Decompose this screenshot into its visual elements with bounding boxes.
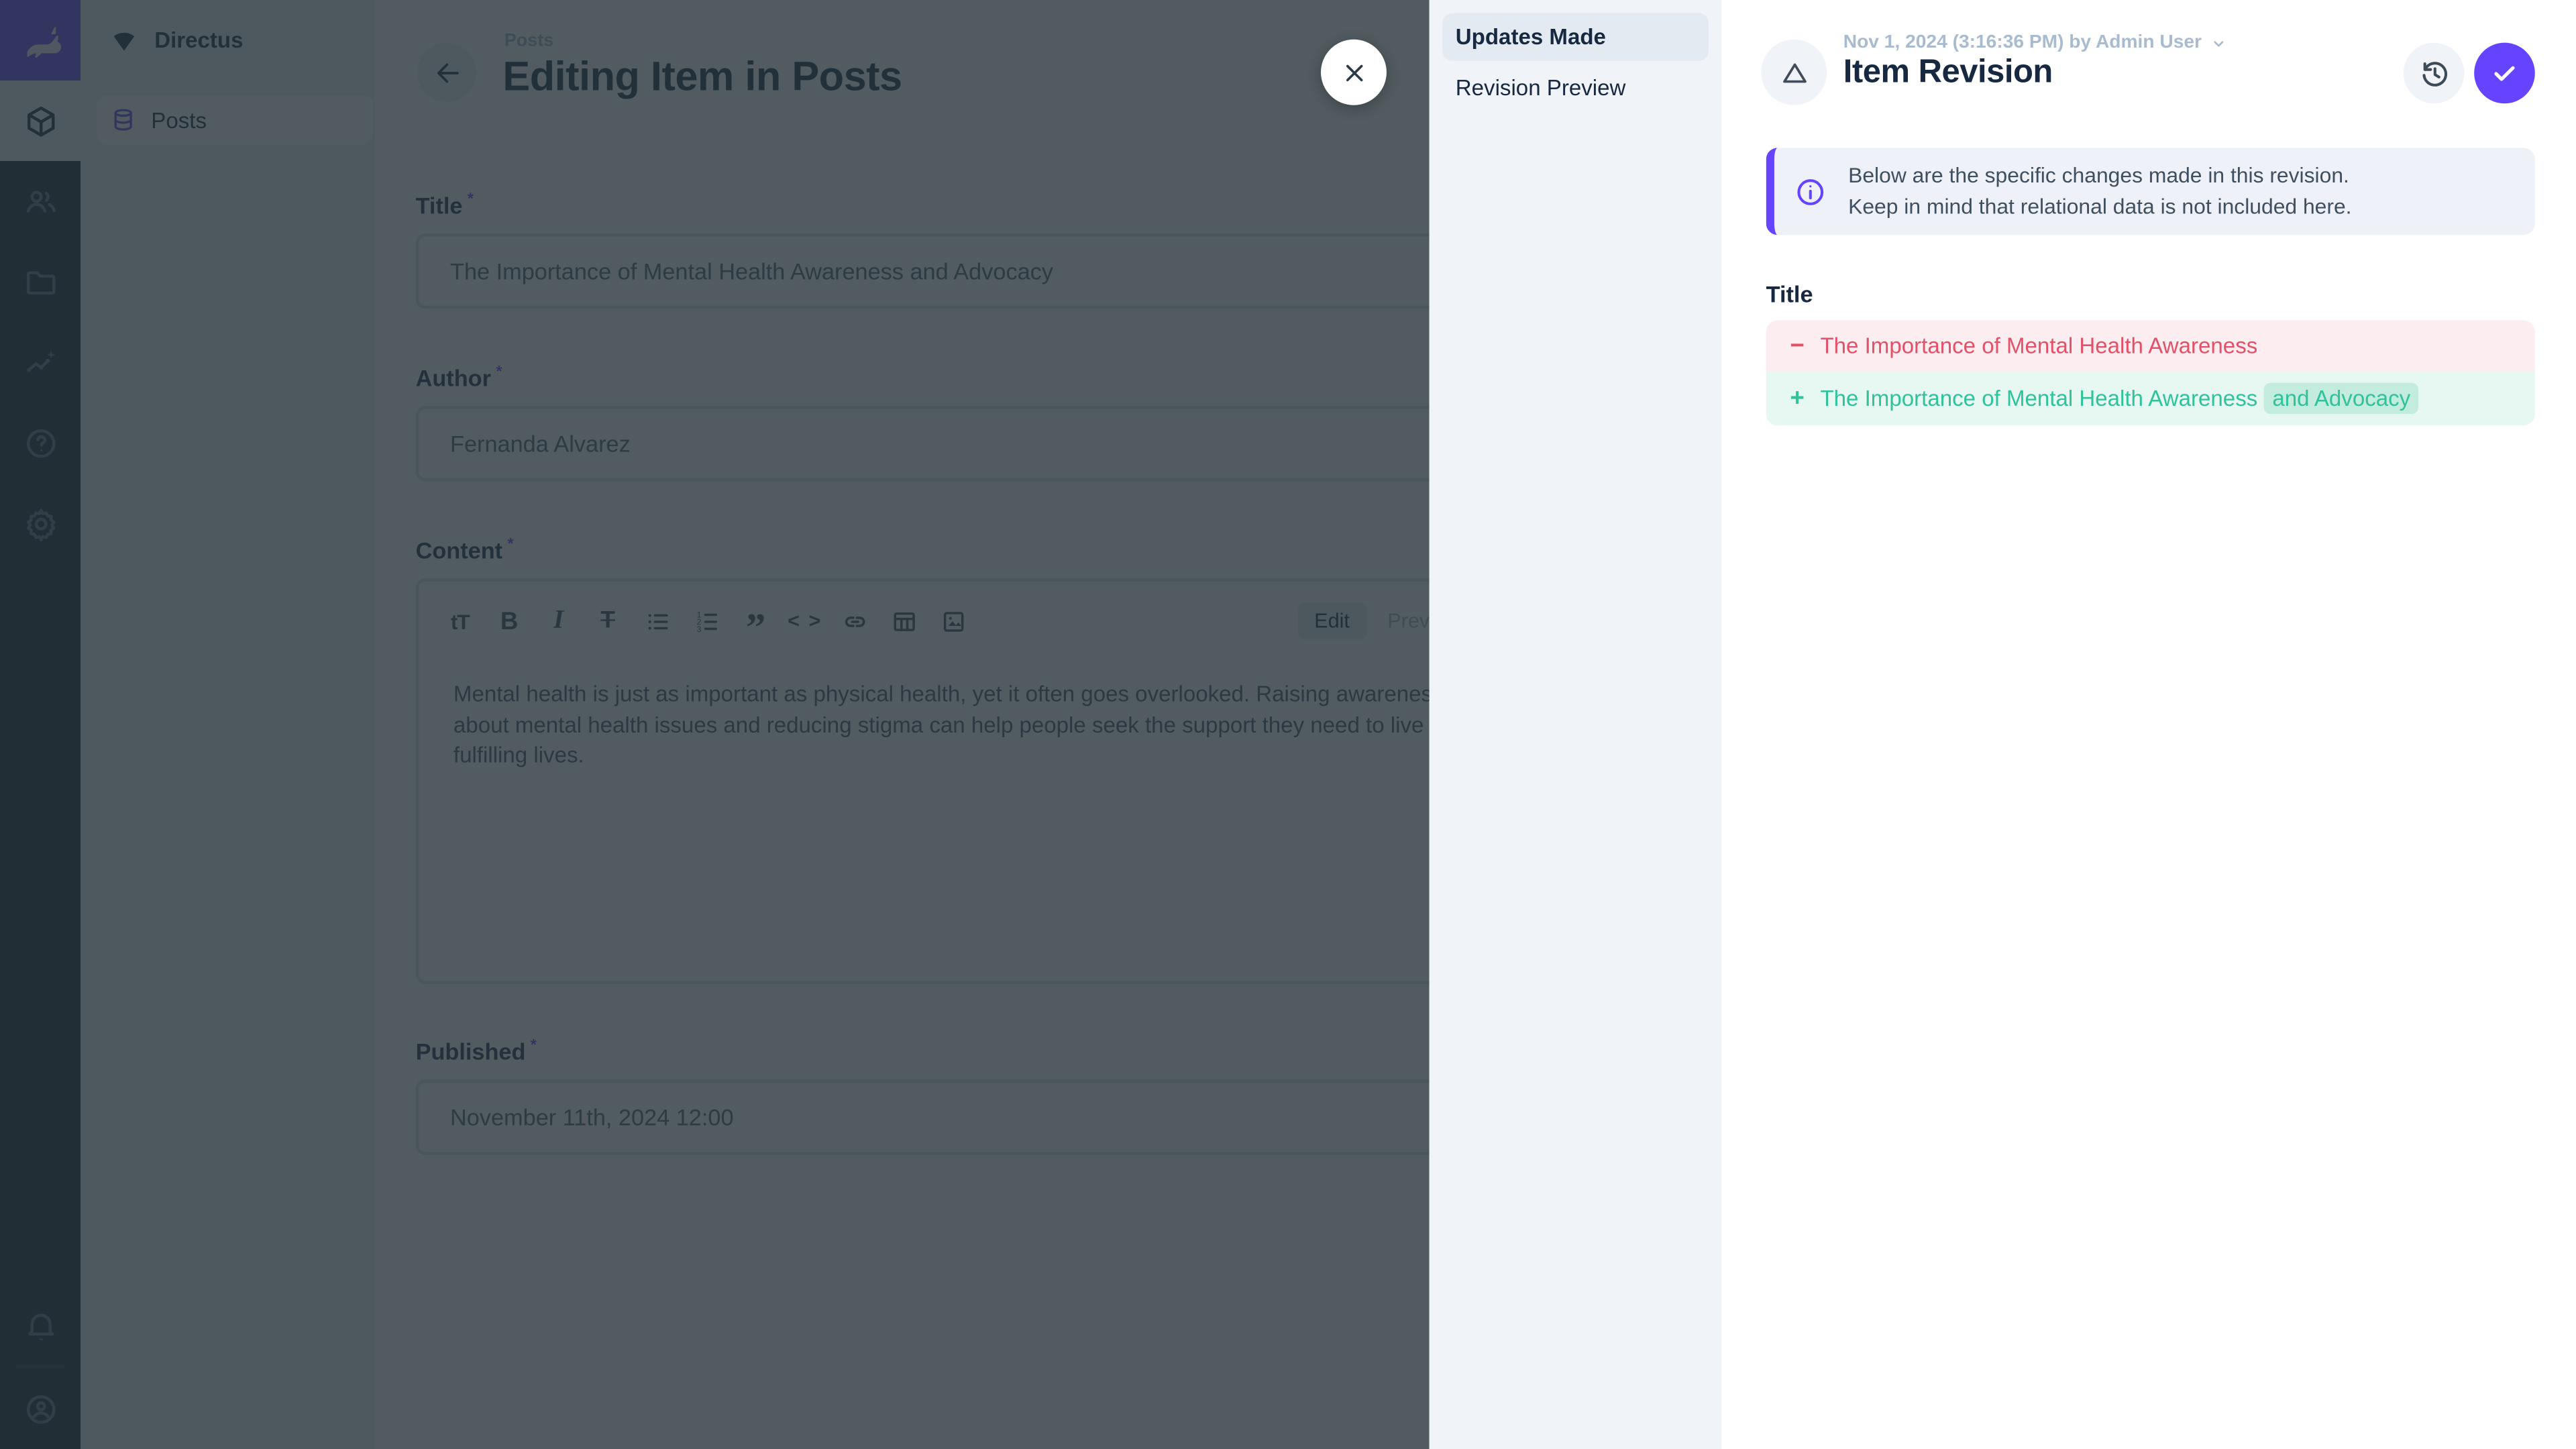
- plus-icon: +: [1786, 384, 1809, 413]
- notice-text: Below are the specific changes made in t…: [1848, 161, 2351, 222]
- check-icon: [2489, 58, 2520, 89]
- diff-added-highlight: and Advocacy: [2264, 383, 2418, 415]
- drawer-tab-updates-made[interactable]: Updates Made: [1442, 13, 1709, 61]
- revision-drawer: Updates Made Revision Preview Nov 1, 202…: [1430, 0, 2576, 1449]
- info-icon: [1794, 175, 1827, 208]
- revision-meta-dropdown[interactable]: Nov 1, 2024 (3:16:36 PM) by Admin User: [1843, 33, 2228, 52]
- drawer-nav: Updates Made Revision Preview: [1430, 0, 1722, 1449]
- diff-removed-text: The Importance of Mental Health Awarenes…: [1820, 333, 2257, 358]
- diff-field-name: Title: [1766, 281, 1813, 307]
- drawer-content: Nov 1, 2024 (3:16:36 PM) by Admin User I…: [1722, 0, 2576, 1449]
- revision-type-badge: [1761, 40, 1827, 105]
- history-icon: [2418, 56, 2451, 89]
- app-window: Posts Editing Item in Posts Title* The I…: [0, 0, 2576, 1449]
- drawer-tab-revision-preview[interactable]: Revision Preview: [1442, 64, 1709, 112]
- revert-button[interactable]: [2404, 43, 2465, 104]
- close-drawer-button[interactable]: [1321, 40, 1387, 105]
- triangle-icon: [1778, 56, 1810, 88]
- drawer-title: Item Revision: [1843, 54, 2053, 92]
- chevron-down-icon: [2210, 34, 2228, 52]
- done-button[interactable]: [2474, 43, 2535, 104]
- diff-removed-row: − The Importance of Mental Health Awaren…: [1766, 321, 2535, 372]
- diff-added-text: The Importance of Mental Health Awarenes…: [1820, 386, 2257, 411]
- info-notice: Below are the specific changes made in t…: [1766, 148, 2535, 235]
- close-icon: [1340, 58, 1368, 87]
- minus-icon: −: [1786, 332, 1809, 360]
- diff-block: − The Importance of Mental Health Awaren…: [1766, 321, 2535, 426]
- modal-overlay[interactable]: [0, 0, 1430, 1449]
- diff-added-row: + The Importance of Mental Health Awaren…: [1766, 371, 2535, 425]
